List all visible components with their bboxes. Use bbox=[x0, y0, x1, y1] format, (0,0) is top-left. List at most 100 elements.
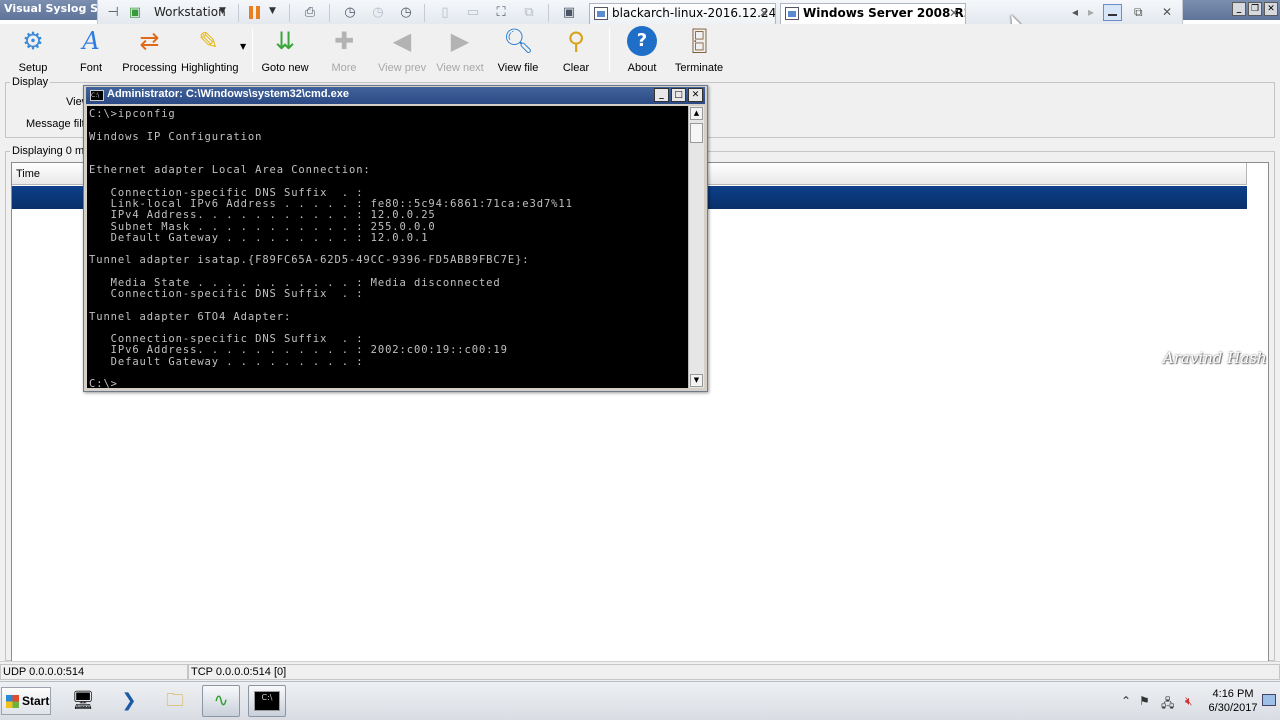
message-filter-label: Message filte bbox=[26, 118, 91, 130]
syslog-monitor-icon: ∿ bbox=[213, 690, 229, 711]
cmd-title-bar[interactable]: C:\ Administrator: C:\Windows\system32\c… bbox=[86, 87, 705, 104]
explorer-task[interactable]: 🗀 bbox=[156, 685, 194, 717]
server-manager-icon: 🖥︎ bbox=[71, 690, 95, 711]
snapshot-icon[interactable]: ◷ bbox=[341, 4, 359, 21]
view-file-button[interactable]: 🔍︎ View file bbox=[497, 26, 539, 74]
close-tab-icon[interactable]: ✕ bbox=[949, 6, 959, 20]
scroll-down-icon[interactable]: ▼ bbox=[690, 374, 703, 387]
about-button[interactable]: ? About bbox=[621, 26, 663, 74]
server-manager-task[interactable]: 🖥︎ bbox=[64, 685, 102, 717]
syslog-task[interactable]: ∿ bbox=[202, 685, 240, 717]
highlighting-dropdown-icon[interactable]: ▼ bbox=[240, 42, 246, 51]
main-toolbar: ⚙ Setup A Font ⇄ Processing ✎ Highlighti… bbox=[0, 24, 1280, 76]
minimize-vm-button[interactable] bbox=[1103, 4, 1122, 21]
display-group-title: Display bbox=[10, 76, 51, 88]
snapshot-manager-icon[interactable]: ◷ bbox=[397, 4, 415, 21]
start-label: Start bbox=[22, 694, 50, 708]
cmd-icon: C:\ bbox=[90, 90, 104, 101]
taskbar-clock[interactable]: 4:16 PM 6/30/2017 bbox=[1206, 687, 1260, 715]
show-hidden-icons-icon[interactable]: ⌃ bbox=[1121, 694, 1131, 708]
tab-blackarch[interactable]: blackarch-linux-2016.12.24-x... ✕ bbox=[589, 3, 776, 24]
volume-muted-icon[interactable]: 🔇︎ bbox=[1185, 694, 1193, 709]
toolbar-divider bbox=[238, 4, 239, 22]
close-tab-icon[interactable]: ✕ bbox=[759, 6, 769, 20]
unity-icon[interactable]: ⧉ bbox=[520, 4, 538, 21]
tab-windows-server[interactable]: Windows Server 2008 R2 ... ✕ bbox=[780, 3, 966, 24]
network-icon[interactable]: 🖧 bbox=[1161, 694, 1174, 715]
plus-icon: ✚ bbox=[333, 27, 355, 55]
view-next-button[interactable]: ▶ View next bbox=[436, 26, 484, 74]
scroll-thumb[interactable] bbox=[690, 123, 703, 143]
tcp-status: TCP 0.0.0.0:514 [0] bbox=[188, 664, 1280, 680]
cmd-minimize-button[interactable]: _ bbox=[654, 88, 669, 102]
console-line: Tunnel adapter 6TO4 Adapter: bbox=[89, 310, 292, 323]
cmd-window[interactable]: C:\ Administrator: C:\Windows\system32\c… bbox=[83, 85, 708, 392]
start-button[interactable]: Start bbox=[1, 687, 51, 715]
restore-vm-icon[interactable]: ⧉ bbox=[1134, 5, 1143, 20]
terminate-button[interactable]: 🚪︎ Terminate bbox=[674, 26, 724, 74]
cmd-scrollbar[interactable]: ▲ ▼ bbox=[688, 106, 704, 388]
chevron-down-icon[interactable]: ▼ bbox=[269, 6, 276, 16]
pause-icon[interactable] bbox=[249, 6, 261, 19]
chevron-down-icon[interactable]: ▼ bbox=[219, 6, 226, 16]
fullscreen-icon[interactable]: ⛶ bbox=[492, 4, 510, 21]
action-center-flag-icon[interactable]: ⚑ bbox=[1139, 694, 1150, 708]
pin-icon[interactable]: ⊣ bbox=[104, 4, 122, 21]
arrow-left-icon: ◀ bbox=[392, 27, 412, 55]
vmware-logo-icon: ▣ bbox=[128, 5, 142, 20]
console-view-icon[interactable]: ▣ bbox=[560, 4, 578, 21]
goto-new-button[interactable]: ⇊ Goto new bbox=[261, 26, 309, 74]
close-vm-icon[interactable]: ✕ bbox=[1162, 5, 1172, 19]
app-restore-button[interactable]: ❐ bbox=[1248, 2, 1262, 16]
powershell-task[interactable]: ❯ bbox=[110, 685, 148, 717]
windows-flag-icon bbox=[6, 695, 19, 708]
broom-icon: ⚲ bbox=[567, 27, 585, 55]
more-button[interactable]: ✚ More bbox=[324, 26, 364, 74]
workstation-menu[interactable]: Workstation bbox=[154, 5, 226, 19]
goto-new-icon: ⇊ bbox=[274, 27, 296, 55]
processing-icon: ⇄ bbox=[139, 27, 160, 55]
tab-label: blackarch-linux-2016.12.24-x... bbox=[612, 6, 776, 20]
console-line: Connection-specific DNS Suffix . : bbox=[89, 186, 364, 199]
font-button[interactable]: A Font bbox=[70, 26, 112, 74]
toolbar-divider bbox=[289, 4, 290, 22]
toolbar-divider bbox=[252, 28, 253, 72]
toolbar-divider bbox=[329, 4, 330, 22]
thumbnail-icon[interactable]: ▭ bbox=[464, 4, 482, 21]
console-line: Subnet Mask . . . . . . . . . . . : 255.… bbox=[89, 220, 436, 233]
toolbar-divider bbox=[609, 28, 610, 72]
setup-button[interactable]: ⚙ Setup bbox=[12, 26, 54, 74]
cmd-close-button[interactable]: ✕ bbox=[688, 88, 703, 102]
console-line: Media State . . . . . . . . . . . : Medi… bbox=[89, 276, 501, 289]
view-prev-button[interactable]: ◀ View prev bbox=[378, 26, 426, 74]
messages-count-label: Displaying 0 me bbox=[10, 145, 93, 157]
send-keys-icon[interactable]: ⎙ bbox=[301, 4, 319, 21]
scroll-up-icon[interactable]: ▲ bbox=[690, 107, 703, 120]
console-line: C:\>_ bbox=[89, 378, 126, 388]
revert-snapshot-icon[interactable]: ◷ bbox=[369, 4, 387, 21]
console-line: Default Gateway . . . . . . . . . : 12.0… bbox=[89, 231, 429, 244]
scroll-tabs-right-icon[interactable]: ▸ bbox=[1088, 5, 1094, 19]
cmd-maximize-button[interactable]: □ bbox=[671, 88, 686, 102]
udp-status: UDP 0.0.0.0:514 bbox=[0, 664, 188, 680]
scroll-tabs-left-icon[interactable]: ◂ bbox=[1072, 5, 1078, 19]
console-line: Link-local IPv6 Address . . . . . : fe80… bbox=[89, 198, 573, 210]
app-minimize-button[interactable]: _ bbox=[1232, 2, 1246, 16]
library-icon[interactable]: ▯ bbox=[436, 4, 454, 21]
show-desktop-button[interactable] bbox=[1262, 694, 1276, 706]
cmd-title: Administrator: C:\Windows\system32\cmd.e… bbox=[107, 88, 349, 100]
cmd-task[interactable]: C:\ bbox=[248, 685, 286, 717]
folder-icon: 🗀 bbox=[166, 690, 184, 711]
exit-door-icon: 🚪︎ bbox=[684, 27, 715, 55]
column-header-time[interactable]: Time bbox=[16, 168, 40, 180]
highlighting-button[interactable]: ✎ Highlighting bbox=[181, 26, 238, 74]
processing-button[interactable]: ⇄ Processing bbox=[122, 26, 177, 74]
console-line: C:\>ipconfig bbox=[89, 108, 176, 120]
clear-button[interactable]: ⚲ Clear bbox=[555, 26, 597, 74]
arrow-right-icon: ▶ bbox=[450, 27, 470, 55]
console-line: IPv6 Address. . . . . . . . . . . : 2002… bbox=[89, 344, 508, 357]
help-icon: ? bbox=[627, 26, 657, 56]
console-line: Connection-specific DNS Suffix . : bbox=[89, 288, 364, 300]
cmd-console[interactable]: C:\>ipconfig Windows IP Configuration Ethe… bbox=[87, 106, 688, 388]
app-close-button[interactable]: ✕ bbox=[1264, 2, 1278, 16]
